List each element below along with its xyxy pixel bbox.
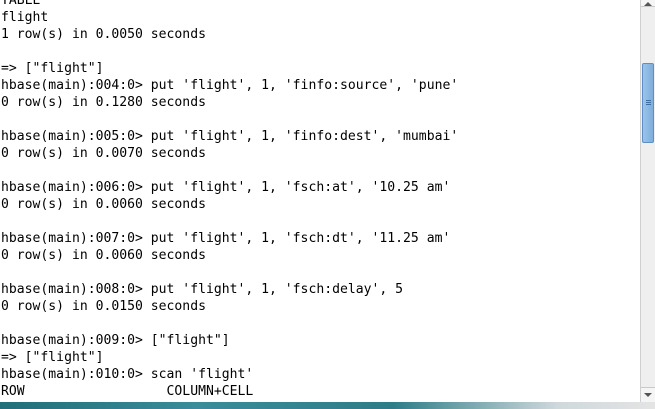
chevron-down-icon xyxy=(644,393,652,397)
terminal-window: TABLE flight 1 row(s) in 0.0050 seconds … xyxy=(0,0,655,409)
terminal-line: 0 row(s) in 0.0060 seconds xyxy=(1,197,206,212)
grip-line-icon xyxy=(646,104,651,105)
terminal-lines: TABLE flight 1 row(s) in 0.0050 seconds … xyxy=(0,0,458,400)
scroll-up-button[interactable] xyxy=(641,0,655,7)
scroll-down-button[interactable] xyxy=(641,387,655,402)
scroll-thumb[interactable] xyxy=(642,63,654,143)
terminal-line: 0 row(s) in 0.0150 seconds xyxy=(1,299,206,314)
chevron-up-icon xyxy=(644,2,652,6)
terminal-line: 1 row(s) in 0.0050 seconds xyxy=(1,27,206,42)
terminal-line: hbase(main):010:0> scan 'flight' xyxy=(1,367,254,382)
terminal-line: hbase(main):005:0> put 'flight', 1, 'fin… xyxy=(1,129,459,144)
terminal-line: 0 row(s) in 0.0070 seconds xyxy=(1,146,206,161)
terminal-line: 0 row(s) in 0.1280 seconds xyxy=(1,95,206,110)
grip-line-icon xyxy=(646,102,651,103)
terminal-output[interactable]: TABLE flight 1 row(s) in 0.0050 seconds … xyxy=(0,0,640,402)
terminal-line: hbase(main):006:0> put 'flight', 1, 'fsc… xyxy=(1,180,451,195)
terminal-line: hbase(main):009:0> ["flight"] xyxy=(1,333,230,348)
terminal-line: => ["flight"] xyxy=(1,350,104,365)
terminal-line: => ["flight"] xyxy=(1,61,104,76)
terminal-line: hbase(main):004:0> put 'flight', 1, 'fin… xyxy=(1,78,459,93)
terminal-line: 0 row(s) in 0.0060 seconds xyxy=(1,248,206,263)
terminal-line: ROW COLUMN+CELL xyxy=(1,384,254,399)
terminal-line: TABLE xyxy=(1,0,41,8)
taskbar-edge xyxy=(0,402,655,409)
terminal-line: hbase(main):007:0> put 'flight', 1, 'fsc… xyxy=(1,231,451,246)
vertical-scrollbar[interactable] xyxy=(640,0,655,402)
grip-line-icon xyxy=(646,100,651,101)
terminal-line: hbase(main):008:0> put 'flight', 1, 'fsc… xyxy=(1,282,404,297)
terminal-line: flight xyxy=(1,10,49,25)
